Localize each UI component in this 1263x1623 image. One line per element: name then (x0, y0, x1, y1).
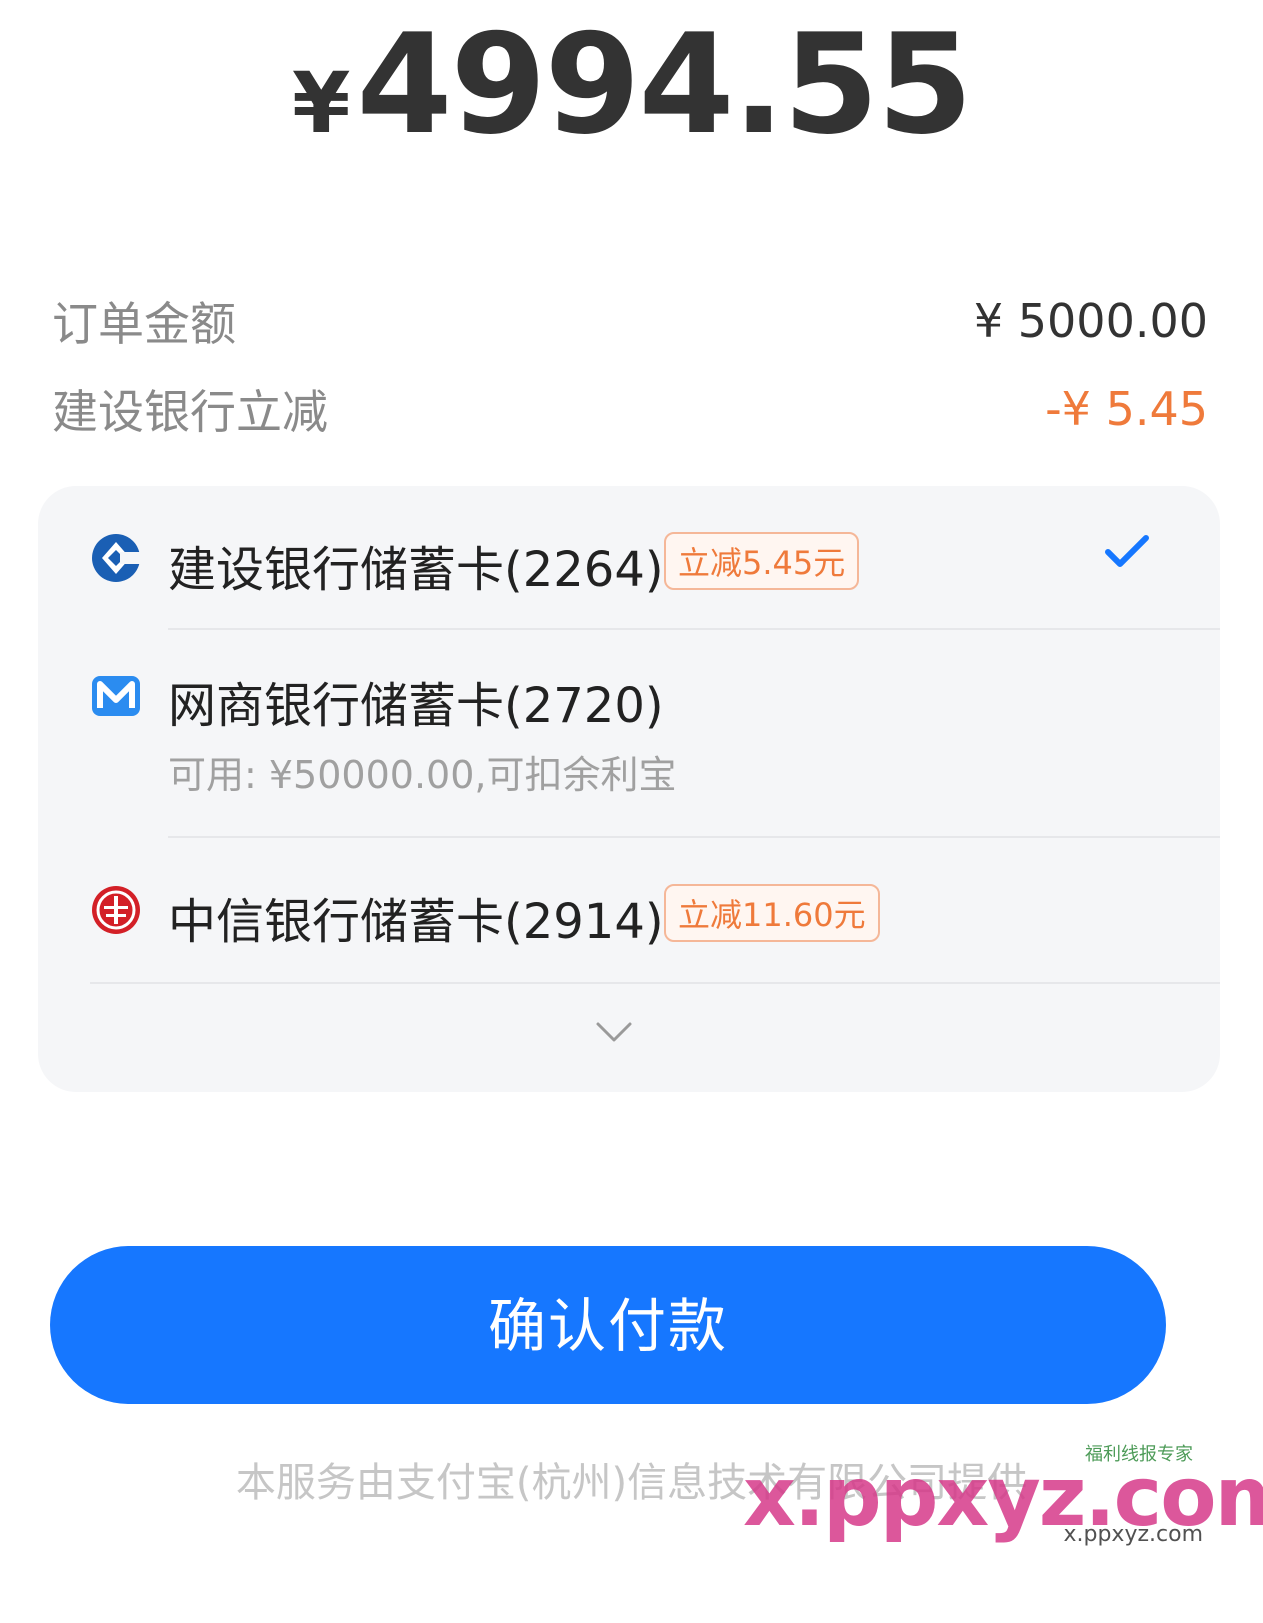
payment-method-citic[interactable]: 中信银行储蓄卡(2914) 立减11.60元 (38, 838, 1220, 982)
order-amount-row: 订单金额 ¥ 5000.00 (52, 286, 1208, 356)
check-icon (1105, 535, 1149, 567)
total-amount: ¥ 4994.55 (0, 0, 1263, 165)
discount-value: -¥ 5.45 (1045, 382, 1208, 436)
card-name-ccb: 建设银行储蓄卡(2264) (168, 542, 664, 598)
citic-bank-icon (92, 886, 140, 934)
watermark-url: x.ppxyz.com (1063, 1522, 1203, 1547)
order-amount-label: 订单金额 (52, 297, 236, 351)
ccb-bank-icon (92, 534, 142, 582)
watermark-logo: 福利线报专家 x.ppxyz.com x.ppxyz.com (743, 1440, 1263, 1550)
discount-label: 建设银行立减 (52, 385, 328, 439)
divider (90, 982, 1220, 984)
chevron-down-icon[interactable] (594, 1016, 634, 1046)
payment-amount: 4994.55 (356, 4, 973, 165)
currency-symbol: ¥ (292, 54, 351, 152)
payment-method-mybank[interactable]: 网商银行储蓄卡(2720) 可用: ¥50000.00,可扣余利宝 (38, 630, 1220, 836)
card-name-citic: 中信银行储蓄卡(2914) (168, 894, 664, 950)
promo-badge-ccb: 立减5.45元 (664, 532, 860, 590)
mybank-icon (92, 676, 140, 716)
confirm-payment-button[interactable]: 确认付款 (50, 1246, 1166, 1404)
promo-badge-citic: 立减11.60元 (664, 884, 880, 942)
card-name-mybank: 网商银行储蓄卡(2720) (168, 678, 664, 734)
order-amount-value: ¥ 5000.00 (973, 294, 1208, 348)
card-balance-mybank: 可用: ¥50000.00,可扣余利宝 (168, 753, 677, 797)
payment-method-list: 建设银行储蓄卡(2264) 立减5.45元 网商银行储蓄卡(2720) 可用: … (38, 486, 1220, 1092)
discount-row: 建设银行立减 -¥ 5.45 (52, 374, 1208, 444)
payment-method-ccb[interactable]: 建设银行储蓄卡(2264) 立减5.45元 (38, 486, 1220, 628)
